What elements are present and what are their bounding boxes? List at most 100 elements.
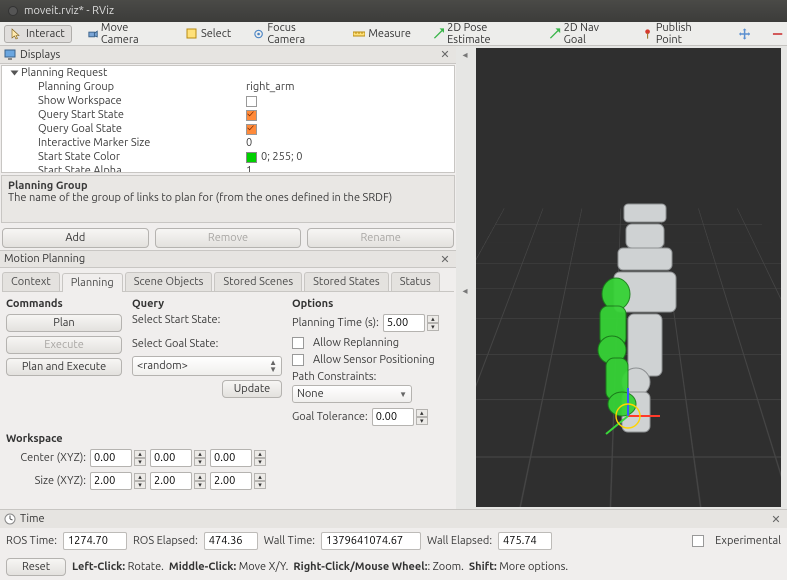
- path-constraints-label: Path Constraints:: [292, 371, 376, 383]
- checkbox-on[interactable]: [246, 110, 257, 121]
- spin-up-icon[interactable]: ▴: [427, 315, 439, 323]
- interact-button[interactable]: Interact: [4, 25, 72, 43]
- tab-stored-scenes[interactable]: Stored Scenes: [214, 272, 302, 291]
- close-icon[interactable]: ✕: [438, 253, 452, 266]
- nav-goal-button[interactable]: 2D Nav Goal: [542, 19, 626, 49]
- spin-up-icon[interactable]: ▴: [254, 450, 266, 458]
- publish-point-button[interactable]: Publish Point: [635, 19, 723, 49]
- spin-up-icon[interactable]: ▴: [416, 409, 428, 417]
- reset-button[interactable]: Reset: [6, 558, 66, 576]
- size-x-spinner[interactable]: ▴▾: [90, 472, 146, 490]
- spin-up-icon[interactable]: ▴: [194, 473, 206, 481]
- close-icon[interactable]: ✕: [438, 48, 452, 61]
- tree-key[interactable]: Interactive Marker Size: [38, 137, 246, 149]
- ros-time-input[interactable]: [63, 532, 127, 550]
- window-close-icon[interactable]: [8, 6, 18, 16]
- chevron-left-icon[interactable]: ◂: [458, 284, 472, 298]
- spin-down-icon[interactable]: ▾: [427, 323, 439, 331]
- tree-key[interactable]: Query Start State: [38, 109, 246, 121]
- tree-key[interactable]: Start State Alpha: [38, 165, 246, 173]
- goal-tolerance-input[interactable]: [372, 408, 414, 426]
- center-x-spinner[interactable]: ▴▾: [90, 449, 146, 467]
- plan-time-input[interactable]: [383, 314, 425, 332]
- displays-tree[interactable]: Planning Request Planning Groupright_arm…: [1, 65, 455, 173]
- tab-context[interactable]: Context: [2, 272, 60, 291]
- plan-time-label: Planning Time (s):: [292, 317, 379, 329]
- 3d-viewport[interactable]: [476, 48, 781, 507]
- center-y-input[interactable]: [150, 449, 192, 467]
- help-title: Planning Group: [8, 180, 88, 192]
- plan-button[interactable]: Plan: [6, 314, 122, 332]
- measure-button[interactable]: Measure: [346, 25, 418, 43]
- wall-elapsed-input[interactable]: [498, 532, 552, 550]
- help-text: The name of the group of links to plan f…: [8, 192, 392, 204]
- tree-value[interactable]: 1: [246, 165, 252, 173]
- wall-time-input[interactable]: [321, 532, 421, 550]
- color-swatch[interactable]: [246, 152, 257, 163]
- center-y-spinner[interactable]: ▴▾: [150, 449, 206, 467]
- experimental-checkbox[interactable]: [692, 535, 704, 547]
- spin-down-icon[interactable]: ▾: [194, 458, 206, 466]
- spin-down-icon[interactable]: ▾: [416, 417, 428, 425]
- motion-panel-header[interactable]: Motion Planning ✕: [0, 250, 456, 268]
- time-panel-header[interactable]: Time ✕: [0, 510, 787, 528]
- center-z-spinner[interactable]: ▴▾: [210, 449, 266, 467]
- displays-panel-header[interactable]: Displays ✕: [0, 46, 456, 64]
- ros-elapsed-input[interactable]: [204, 532, 258, 550]
- pose-estimate-button[interactable]: 2D Pose Estimate: [426, 19, 535, 49]
- select-goal-label: Select Goal State:: [132, 338, 282, 350]
- size-z-input[interactable]: [210, 472, 252, 490]
- robot-model[interactable]: [588, 198, 698, 458]
- checkbox-off[interactable]: [246, 96, 257, 107]
- spin-up-icon[interactable]: ▴: [134, 473, 146, 481]
- focus-camera-button[interactable]: Focus Camera: [246, 19, 338, 49]
- spin-up-icon[interactable]: ▴: [194, 450, 206, 458]
- move-camera-label: Move Camera: [101, 22, 164, 46]
- spin-down-icon[interactable]: ▾: [254, 481, 266, 489]
- close-icon[interactable]: ✕: [769, 513, 783, 526]
- minus-icon[interactable]: [772, 28, 783, 40]
- select-button[interactable]: Select: [179, 25, 238, 43]
- allow-replan-label: Allow Replanning: [313, 337, 399, 349]
- chevron-left-icon[interactable]: ◂: [458, 48, 472, 62]
- tree-key[interactable]: Query Goal State: [38, 123, 246, 135]
- allow-sensor-checkbox[interactable]: [292, 354, 304, 366]
- tree-key[interactable]: Planning Group: [38, 81, 246, 93]
- size-y-input[interactable]: [150, 472, 192, 490]
- spin-down-icon[interactable]: ▾: [134, 481, 146, 489]
- goal-tolerance-spinner[interactable]: ▴▾: [372, 408, 428, 426]
- checkbox-on[interactable]: [246, 124, 257, 135]
- tab-planning[interactable]: Planning: [62, 273, 123, 292]
- move-camera-button[interactable]: Move Camera: [80, 19, 171, 49]
- plan-execute-button[interactable]: Plan and Execute: [6, 358, 122, 376]
- spin-up-icon[interactable]: ▴: [254, 473, 266, 481]
- experimental-label: Experimental: [715, 535, 781, 547]
- center-z-input[interactable]: [210, 449, 252, 467]
- tree-value[interactable]: 0: [246, 137, 252, 149]
- center-x-input[interactable]: [90, 449, 132, 467]
- tab-scene-objects[interactable]: Scene Objects: [125, 272, 213, 291]
- spin-up-icon[interactable]: ▴: [134, 450, 146, 458]
- time-title: Time: [20, 513, 45, 525]
- goal-select[interactable]: <random>▲▼: [132, 356, 282, 376]
- tab-stored-states[interactable]: Stored States: [304, 272, 389, 291]
- spin-down-icon[interactable]: ▾: [194, 481, 206, 489]
- size-x-input[interactable]: [90, 472, 132, 490]
- path-constraints-select[interactable]: None▼: [292, 385, 412, 403]
- tree-value[interactable]: right_arm: [246, 81, 295, 93]
- tree-group-label[interactable]: Planning Request: [21, 67, 221, 79]
- plan-time-spinner[interactable]: ▴▾: [383, 314, 439, 332]
- add-button[interactable]: Add: [2, 228, 149, 248]
- tree-key[interactable]: Start State Color: [38, 151, 246, 163]
- tab-status[interactable]: Status: [391, 272, 440, 291]
- tree-key[interactable]: Show Workspace: [38, 95, 246, 107]
- size-y-spinner[interactable]: ▴▾: [150, 472, 206, 490]
- chevron-down-icon[interactable]: [11, 71, 19, 76]
- spin-down-icon[interactable]: ▾: [134, 458, 146, 466]
- update-button[interactable]: Update: [222, 380, 282, 398]
- size-z-spinner[interactable]: ▴▾: [210, 472, 266, 490]
- move-icon[interactable]: [739, 28, 750, 40]
- displays-title: Displays: [20, 49, 60, 61]
- spin-down-icon[interactable]: ▾: [254, 458, 266, 466]
- allow-replan-checkbox[interactable]: [292, 337, 304, 349]
